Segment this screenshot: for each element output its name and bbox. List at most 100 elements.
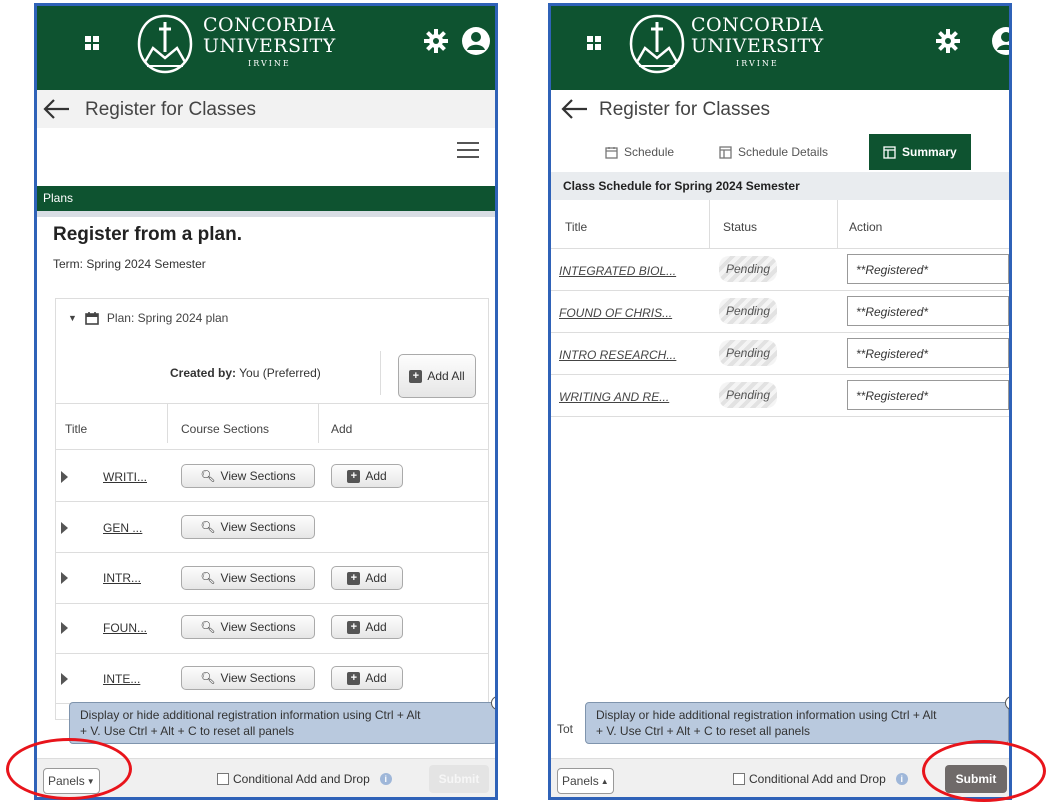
tab-schedule-details[interactable]: Schedule Details (719, 138, 828, 166)
page-header: Register for Classes (551, 90, 1009, 128)
gear-icon[interactable] (935, 28, 961, 54)
view-sections-button[interactable]: 🔍︎ View Sections (181, 566, 315, 590)
close-icon[interactable]: × (491, 696, 495, 710)
left-screenshot: CONCORDIA UNIVERSITY IRVINE Register for… (34, 3, 498, 800)
app-grid-icon[interactable] (85, 36, 99, 50)
plus-icon: + (409, 369, 423, 383)
plus-icon: + (347, 671, 361, 685)
calendar-icon (85, 312, 99, 325)
back-arrow-icon[interactable] (43, 98, 71, 120)
tooltip-line2: + V. Use Ctrl + Alt + C to reset all pan… (80, 724, 294, 738)
page-title: Register for Classes (85, 99, 257, 120)
concordia-logo-icon (629, 14, 685, 74)
schedule-header: Class Schedule for Spring 2024 Semester (551, 172, 1009, 200)
magnifier-icon: 🔍︎ (200, 469, 216, 483)
back-arrow-icon[interactable] (561, 98, 589, 120)
brand-line2: UNIVERSITY (203, 35, 336, 57)
created-by-value: You (Preferred) (239, 366, 321, 380)
plan-toggle[interactable]: ▼ Plan: Spring 2024 plan (68, 311, 228, 325)
divider (56, 403, 488, 404)
action-select[interactable]: **Registered* (847, 296, 1009, 326)
magnifier-icon: 🔍︎ (200, 671, 216, 685)
course-link[interactable]: INTEGRATED BIOL... (559, 264, 676, 278)
conditional-checkbox[interactable] (217, 773, 229, 785)
add-button[interactable]: + Add (331, 615, 403, 639)
add-label: Add (365, 469, 387, 483)
column-header-add: Add (331, 422, 353, 436)
expand-arrow-icon[interactable] (61, 622, 68, 634)
course-link[interactable]: INTRO RESEARCH... (559, 348, 676, 362)
add-all-button[interactable]: + Add All (398, 354, 476, 398)
view-sections-button[interactable]: 🔍︎ View Sections (181, 615, 315, 639)
plan-name: Plan: Spring 2024 plan (106, 311, 229, 325)
column-header-sections: Course Sections (181, 422, 270, 436)
action-select[interactable]: **Registered* (847, 254, 1009, 284)
plus-icon: + (347, 469, 361, 483)
user-avatar-icon[interactable] (461, 26, 491, 56)
view-sections-label: View Sections (220, 469, 296, 483)
submit-button-disabled[interactable]: Submit (429, 765, 489, 793)
tab-schedule[interactable]: Schedule (605, 138, 674, 166)
brand-line2: UNIVERSITY (691, 35, 824, 57)
divider (709, 200, 710, 248)
action-select[interactable]: **Registered* (847, 338, 1009, 368)
app-grid-icon[interactable] (587, 36, 601, 50)
tab-summary[interactable]: Summary (869, 134, 971, 170)
top-navigation-bar: CONCORDIA UNIVERSITY IRVINE (551, 6, 1009, 90)
conditional-checkbox[interactable] (733, 773, 745, 785)
table-icon (719, 145, 732, 159)
caret-down-icon: ▼ (68, 313, 77, 323)
user-avatar-icon[interactable] (991, 26, 1012, 56)
plans-section-bar: Plans (37, 186, 495, 211)
expand-arrow-icon[interactable] (61, 572, 68, 584)
brand-line3: IRVINE (248, 59, 291, 68)
panels-button[interactable]: Panels ▲ (557, 768, 614, 794)
course-link[interactable]: INTR... (103, 571, 141, 585)
highlight-circle-panels (6, 738, 132, 800)
info-icon[interactable]: i (895, 773, 908, 785)
course-link[interactable]: FOUN... (103, 621, 147, 635)
divider (56, 501, 488, 502)
brand-line1: CONCORDIA (691, 14, 824, 36)
divider (167, 403, 168, 443)
view-sections-button[interactable]: 🔍︎ View Sections (181, 666, 315, 690)
divider (837, 200, 838, 248)
action-select[interactable]: **Registered* (847, 380, 1009, 410)
divider (56, 449, 488, 450)
plan-panel: ▼ Plan: Spring 2024 plan Created by: You… (55, 298, 489, 720)
hamburger-menu-icon[interactable] (457, 142, 479, 158)
close-icon[interactable]: × (1005, 696, 1009, 710)
add-button[interactable]: + Add (331, 566, 403, 590)
divider (380, 351, 381, 395)
conditional-add-drop[interactable]: Conditional Add and Drop i (733, 772, 908, 786)
magnifier-icon: 🔍︎ (200, 571, 216, 585)
created-by-label: Created by: (170, 366, 237, 380)
brand-line1: CONCORDIA (203, 14, 336, 36)
view-sections-button[interactable]: 🔍︎ View Sections (181, 515, 315, 539)
term-label: Term: Spring 2024 Semester (53, 257, 206, 271)
add-button[interactable]: + Add (331, 666, 403, 690)
table-icon (883, 145, 896, 159)
course-link[interactable]: INTE... (103, 672, 140, 686)
status-badge: Pending (719, 256, 777, 282)
plus-icon: + (347, 620, 361, 634)
view-sections-label: View Sections (220, 571, 296, 585)
divider (37, 211, 495, 217)
course-link[interactable]: WRITING AND RE... (559, 390, 669, 404)
university-name: CONCORDIA UNIVERSITY IRVINE (691, 16, 824, 68)
course-link[interactable]: GEN ... (103, 521, 142, 535)
info-icon[interactable]: i (379, 773, 392, 785)
add-label: Add (365, 571, 387, 585)
course-link[interactable]: WRITI... (103, 470, 147, 484)
expand-arrow-icon[interactable] (61, 471, 68, 483)
gear-icon[interactable] (423, 28, 449, 54)
panels-label: Panels (562, 774, 599, 788)
conditional-add-drop[interactable]: Conditional Add and Drop i (217, 772, 392, 786)
add-button[interactable]: + Add (331, 464, 403, 488)
expand-arrow-icon[interactable] (61, 673, 68, 685)
conditional-label: Conditional Add and Drop (749, 772, 886, 786)
course-link[interactable]: FOUND OF CHRIS... (559, 306, 672, 320)
view-sections-button[interactable]: 🔍︎ View Sections (181, 464, 315, 488)
expand-arrow-icon[interactable] (61, 522, 68, 534)
highlight-circle-submit (922, 740, 1046, 802)
